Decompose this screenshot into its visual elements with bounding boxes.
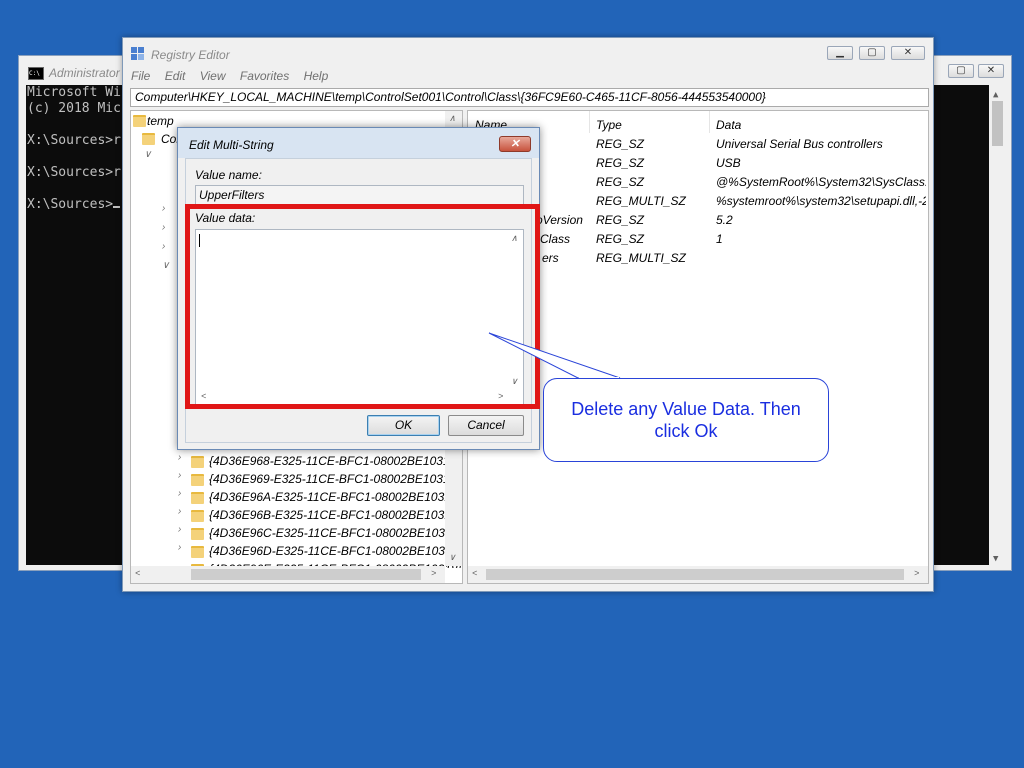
scroll-right-icon[interactable]: > — [431, 568, 436, 578]
chevron-right-icon[interactable]: › — [178, 524, 181, 535]
menu-edit[interactable]: Edit — [165, 69, 186, 83]
folder-icon — [191, 474, 204, 486]
value-type: REG_MULTI_SZ — [596, 251, 686, 265]
value-data: 1 — [716, 232, 723, 246]
value-name[interactable]: oVersion — [536, 213, 583, 227]
tree-node-key[interactable]: {4D36E96A-E325-11CE-BFC1-08002BE10318} — [209, 488, 462, 506]
value-name[interactable]: Class — [540, 232, 570, 246]
cmd-prompt-text: X:\Sources> — [27, 197, 114, 212]
tree-node-key[interactable]: {4D36E969-E325-11CE-BFC1-08002BE10318} — [209, 470, 460, 488]
scroll-left-icon[interactable]: < — [135, 568, 140, 578]
column-header-data[interactable]: Data — [716, 118, 741, 132]
close-button[interactable]: ✕ — [891, 46, 925, 60]
address-bar[interactable]: Computer\HKEY_LOCAL_MACHINE\temp\Control… — [130, 88, 929, 107]
cancel-button[interactable]: Cancel — [448, 415, 524, 436]
restore-button[interactable]: ▢ — [859, 46, 885, 60]
scroll-left-icon[interactable]: < — [472, 568, 477, 578]
ok-button[interactable]: OK — [367, 415, 440, 436]
value-type: REG_MULTI_SZ — [596, 194, 686, 208]
folder-icon — [191, 492, 204, 504]
folder-icon — [142, 133, 155, 145]
values-horizontal-scrollbar[interactable]: < > — [468, 566, 928, 583]
folder-icon — [191, 528, 204, 540]
value-type: REG_SZ — [596, 213, 645, 227]
tree-horizontal-scrollbar[interactable]: < > — [131, 566, 445, 583]
cmd-maximize-button[interactable]: ▢ — [948, 64, 974, 78]
menu-view[interactable]: View — [200, 69, 226, 83]
menu-favorites[interactable]: Favorites — [240, 69, 289, 83]
cmd-app-icon: C:\ — [28, 67, 44, 80]
chevron-right-icon[interactable]: › — [178, 470, 181, 481]
chevron-right-icon[interactable]: › — [178, 488, 181, 499]
value-name-field[interactable]: UpperFilters — [195, 185, 524, 205]
value-data: USB — [716, 156, 741, 170]
regedit-titlebar[interactable]: Registry Editor ▁ ▢ ✕ — [123, 38, 933, 68]
cmd-close-button[interactable]: ✕ — [978, 64, 1004, 78]
cmd-cursor — [113, 206, 121, 208]
chevron-right-icon[interactable]: › — [178, 542, 181, 553]
dialog-title: Edit Multi-String — [189, 138, 274, 152]
scroll-down-icon[interactable]: ▼ — [993, 551, 998, 567]
folder-icon — [191, 510, 204, 522]
value-data: @%SystemRoot%\System32\SysClass.Dl — [716, 175, 926, 189]
chevron-down-icon[interactable]: ∨ — [144, 149, 151, 160]
cmd-line: (c) 2018 Mic — [27, 101, 121, 116]
values-hscroll-thumb[interactable] — [486, 569, 904, 580]
dialog-titlebar[interactable]: Edit Multi-String ✕ — [178, 128, 539, 158]
minimize-button[interactable]: ▁ — [827, 46, 853, 60]
value-type: REG_SZ — [596, 175, 645, 189]
chevron-right-icon[interactable]: › — [178, 506, 181, 517]
cmd-line: X:\Sources>r — [27, 133, 121, 148]
highlight-rectangle — [185, 204, 540, 409]
tree-node-key[interactable]: {4D36E96D-E325-11CE-BFC1-08002BE10318} — [209, 542, 462, 560]
folder-icon — [191, 546, 204, 558]
cmd-line: Microsoft Wi — [27, 85, 121, 100]
value-type: REG_SZ — [596, 137, 645, 151]
callout-line-1: Delete any Value Data. Then — [571, 399, 801, 419]
regedit-title: Registry Editor — [151, 48, 230, 62]
menu-file[interactable]: File — [131, 69, 150, 83]
tree-node-key[interactable]: {4D36E96C-E325-11CE-BFC1-08002BE10318} — [209, 524, 462, 542]
value-name-label: Value name: — [195, 168, 262, 182]
tree-hscroll-thumb[interactable] — [191, 569, 421, 580]
chevron-right-icon[interactable]: › — [162, 203, 165, 214]
cmd-scrollbar[interactable]: ▲ ▼ — [989, 85, 1006, 565]
cmd-prompt-line: X:\Sources> — [27, 197, 121, 213]
instruction-callout: Delete any Value Data. Then click Ok — [543, 378, 829, 462]
value-type: REG_SZ — [596, 232, 645, 246]
scroll-down-icon[interactable]: ∨ — [449, 552, 456, 563]
cmd-scroll-thumb[interactable] — [992, 101, 1003, 146]
scroll-up-icon[interactable]: ∧ — [449, 113, 456, 124]
value-data: 5.2 — [716, 213, 733, 227]
value-data: Universal Serial Bus controllers — [716, 137, 883, 151]
folder-icon — [191, 456, 204, 468]
value-type: REG_SZ — [596, 156, 645, 170]
callout-line-2: click Ok — [654, 421, 718, 441]
menu-help[interactable]: Help — [304, 69, 329, 83]
value-name[interactable]: ers — [542, 251, 559, 265]
column-header-type[interactable]: Type — [596, 118, 622, 132]
scroll-right-icon[interactable]: > — [914, 568, 919, 578]
value-data: %systemroot%\system32\setupapi.dll,-2 — [716, 194, 926, 208]
tree-node-key[interactable]: {4D36E968-E325-11CE-BFC1-08002BE10318} — [209, 452, 460, 470]
cmd-title: Administrator — [49, 66, 120, 80]
folder-icon — [133, 115, 146, 127]
chevron-down-icon[interactable]: ∨ — [162, 260, 169, 271]
menu-bar: File Edit View Favorites Help — [131, 69, 339, 87]
chevron-right-icon[interactable]: › — [162, 241, 165, 252]
dialog-close-button[interactable]: ✕ — [499, 136, 531, 152]
tree-node-key[interactable]: {4D36E96B-E325-11CE-BFC1-08002BE10318} — [209, 506, 462, 524]
tree-node-temp[interactable]: temp — [147, 112, 174, 130]
cmd-line: X:\Sources>r — [27, 165, 121, 180]
chevron-right-icon[interactable]: › — [162, 222, 165, 233]
chevron-right-icon[interactable]: › — [178, 452, 181, 463]
regedit-app-icon — [131, 47, 144, 60]
